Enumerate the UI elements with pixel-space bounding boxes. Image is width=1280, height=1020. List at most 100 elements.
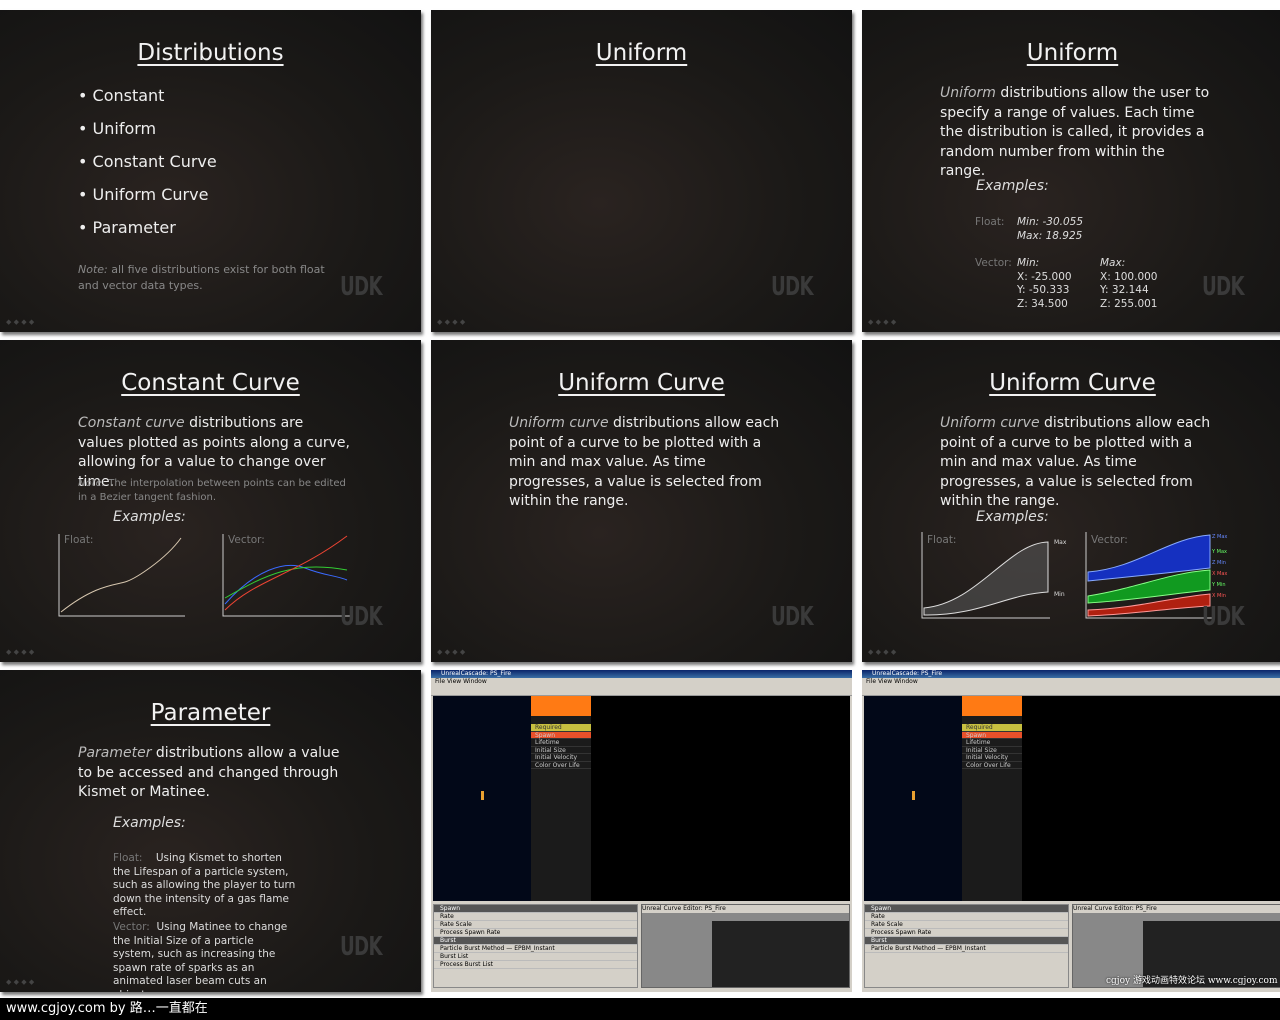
note-text: all five distributions exist for both fl… <box>78 263 325 292</box>
slide-uniform-curve-text: Uniform Curve Uniform curve distribution… <box>431 340 852 662</box>
prop-burst: Burst <box>434 937 637 945</box>
slide-distributions: Distributions • Constant • Uniform • Con… <box>0 10 421 332</box>
float-max: Max: 18.925 <box>1017 229 1083 242</box>
z-max-label: Z Max <box>1212 534 1228 540</box>
min-label: Min <box>1054 591 1065 598</box>
prop-process-spawn-rate[interactable]: Process Spawn Rate <box>434 929 637 937</box>
bullet: • Uniform Curve <box>78 185 209 204</box>
module-initial-velocity[interactable]: Initial Velocity <box>962 754 1022 762</box>
module-spawn[interactable]: Spawn <box>531 731 591 739</box>
properties-panel: Spawn Rate Rate Scale Process Spawn Rate… <box>864 904 1069 988</box>
slide-uniform-blank: Uniform UDK ◆ ◆ ◆ ◆ <box>431 10 852 332</box>
slide-nav-icons: ◆ ◆ ◆ ◆ <box>437 318 466 326</box>
max-label: Max <box>1054 539 1067 546</box>
slide-title: Uniform Curve <box>558 370 725 396</box>
prop-process-spawn-rate[interactable]: Process Spawn Rate <box>865 929 1068 937</box>
module-required[interactable]: Required <box>962 724 1022 732</box>
vmin-y: Y: -50.333 <box>1017 284 1070 296</box>
float-min: Min: -30.055 <box>1017 216 1084 228</box>
window-title: UnrealCascade: PS_Fire <box>431 670 852 678</box>
vector-label: Vector: <box>113 921 150 933</box>
prop-burst-method[interactable]: Particle Burst Method — EPBM_Instant <box>434 945 637 953</box>
slide-title: Uniform Curve <box>989 370 1156 396</box>
italic-term: Constant curve <box>78 415 185 431</box>
x-min-label: X Min <box>1212 593 1226 599</box>
udk-watermark: UDK <box>771 602 814 632</box>
emitter-list: Required Spawn Lifetime Initial Size Ini… <box>531 696 591 901</box>
preview-viewport <box>433 696 531 901</box>
preview-viewport <box>864 696 962 901</box>
slide-nav-icons: ◆ ◆ ◆ ◆ <box>868 648 897 656</box>
z-min-label: Z Min <box>1212 560 1226 566</box>
udk-watermark: UDK <box>340 272 383 302</box>
module-color-over-life[interactable]: Color Over Life <box>531 762 591 769</box>
bullet: • Constant <box>78 86 165 105</box>
vmax-y: Y: 32.144 <box>1100 284 1149 296</box>
udk-watermark: UDK <box>340 602 383 632</box>
slide-nav-icons: ◆ ◆ ◆ ◆ <box>6 648 35 656</box>
menu-bar: File View Window <box>866 678 918 685</box>
float-label: Float: <box>113 852 143 864</box>
slide-nav-icons: ◆ ◆ ◆ ◆ <box>868 318 897 326</box>
curve-examples-graphic <box>58 534 350 617</box>
prop-burst-method[interactable]: Particle Burst Method — EPBM_Instant <box>865 945 1068 953</box>
y-min-label: Y Min <box>1212 582 1226 588</box>
slide-nav-icons: ◆ ◆ ◆ ◆ <box>6 978 35 986</box>
curve-editor-title: Unreal Curve Editor: PS_Fire <box>1073 905 1280 913</box>
udk-watermark: UDK <box>1202 272 1245 302</box>
slide-parameter: Parameter Parameter distributions allow … <box>0 670 421 992</box>
examples-heading: Examples: <box>976 509 1049 525</box>
bullet: • Uniform <box>78 119 157 138</box>
module-initial-size[interactable]: Initial Size <box>962 747 1022 754</box>
vector-label: Vector: <box>975 257 1012 269</box>
slide-uniform-curve-examples: Uniform Curve Uniform curve distribution… <box>862 340 1280 662</box>
module-color-over-life[interactable]: Color Over Life <box>962 762 1022 769</box>
module-initial-velocity[interactable]: Initial Velocity <box>531 754 591 762</box>
bullet: • Parameter <box>78 218 176 237</box>
italic-term: Uniform <box>940 85 996 101</box>
min-heading: Min: <box>1017 257 1040 269</box>
prop-process-burst-list[interactable]: Process Burst List <box>434 961 637 969</box>
properties-panel: Spawn Rate Rate Scale Process Spawn Rate… <box>433 904 638 988</box>
slide-title: Uniform <box>595 40 688 66</box>
footer-credit: www.cgjoy.com by 路…一直都在 <box>0 998 1280 1020</box>
slide-constant-curve: Constant Curve Constant curve distributi… <box>0 340 421 662</box>
slide-title: Uniform <box>1026 40 1119 66</box>
slide-nav-icons: ◆ ◆ ◆ ◆ <box>437 648 466 656</box>
prop-spawn: Spawn <box>434 905 637 913</box>
prop-rate[interactable]: Rate <box>865 913 1068 921</box>
examples-heading: Examples: <box>113 509 186 525</box>
prop-rate[interactable]: Rate <box>434 913 637 921</box>
note-label: Note: <box>78 263 108 276</box>
float-label: Float: <box>975 216 1005 228</box>
y-max-label: Y Max <box>1212 549 1227 555</box>
module-lifetime[interactable]: Lifetime <box>531 739 591 747</box>
cascade-editor-screenshot: UnrealCascade: PS_Fire File View Window … <box>431 670 852 992</box>
x-max-label: X Max <box>1212 571 1228 577</box>
note-text: The interpolation between points can be … <box>78 478 346 503</box>
slide-nav-icons: ◆ ◆ ◆ ◆ <box>6 318 35 326</box>
window-title: UnrealCascade: PS_Fire <box>862 670 1280 678</box>
italic-term: Uniform curve <box>509 415 609 431</box>
slide-title: Distributions <box>137 40 284 66</box>
curve-editor: Unreal Curve Editor: PS_Fire <box>641 904 850 988</box>
prop-spawn: Spawn <box>865 905 1068 913</box>
module-spawn[interactable]: Spawn <box>962 731 1022 739</box>
italic-term: Parameter <box>78 745 152 761</box>
vmax-z: Z: 255.001 <box>1100 297 1158 310</box>
prop-burst-list[interactable]: Burst List <box>434 953 637 961</box>
prop-rate-scale[interactable]: Rate Scale <box>434 921 637 929</box>
module-required[interactable]: Required <box>531 724 591 732</box>
curve-editor-title: Unreal Curve Editor: PS_Fire <box>642 905 849 913</box>
udk-watermark: UDK <box>340 932 383 962</box>
module-initial-size[interactable]: Initial Size <box>531 747 591 754</box>
examples-heading: Examples: <box>976 178 1049 194</box>
cgjoy-logo: cgjoy 游戏动画特效论坛 www.cgjoy.com <box>1106 976 1278 986</box>
slide-uniform: Uniform Uniform distributions allow the … <box>862 10 1280 332</box>
module-lifetime[interactable]: Lifetime <box>962 739 1022 747</box>
prop-rate-scale[interactable]: Rate Scale <box>865 921 1068 929</box>
udk-watermark: UDK <box>771 272 814 302</box>
uniform-curve-graphic <box>921 532 1213 619</box>
emitter-canvas <box>591 696 850 901</box>
examples-heading: Examples: <box>113 815 186 831</box>
